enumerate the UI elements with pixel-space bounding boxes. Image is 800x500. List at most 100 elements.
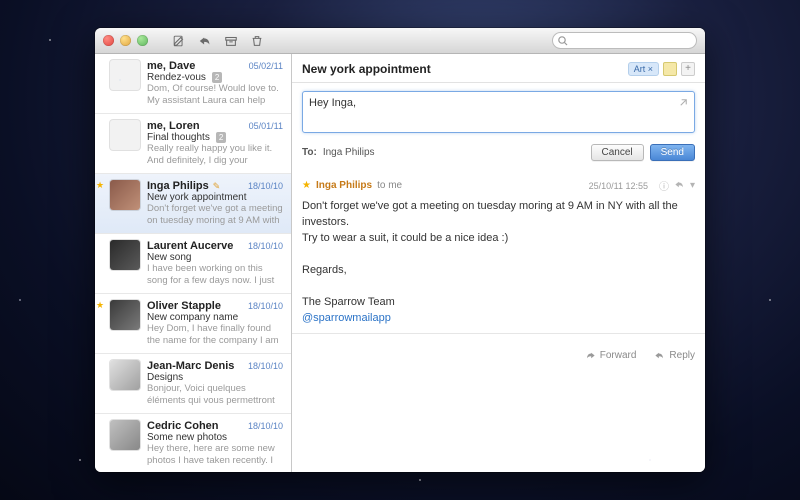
search-icon <box>557 35 569 47</box>
message-preview: Hey Dom, I have finally found the name f… <box>147 323 283 347</box>
message-subject: Some new photos <box>147 432 227 443</box>
avatar <box>110 240 140 270</box>
message-row[interactable]: Jean-Marc Denis18/10/10DesignsBonjour, V… <box>95 354 291 414</box>
star-icon[interactable]: ★ <box>302 180 311 191</box>
thread-body: ★ Inga Philips to me 25/10/11 12:55 ⓘ ▾ … <box>292 169 705 472</box>
archive-icon[interactable] <box>224 34 238 48</box>
detail-header: New york appointment Art × + <box>292 54 705 83</box>
message-meta: me, Loren 05/01/11 Final thoughts 2Really r… <box>147 120 283 167</box>
reply-button[interactable]: Reply <box>654 350 695 361</box>
body-line: Try to wear a suit, it could be a nice i… <box>302 231 695 247</box>
trash-icon[interactable] <box>250 34 264 48</box>
message-from: Inga Philips <box>147 180 209 192</box>
reply-label: Reply <box>669 350 695 361</box>
forward-label: Forward <box>600 350 637 361</box>
compose-textarea[interactable] <box>302 91 695 133</box>
message-meta: Jean-Marc Denis18/10/10DesignsBonjour, V… <box>147 360 283 407</box>
message-meta: me, Dave05/02/11Rendez-vous2Dom, Of cour… <box>147 60 283 107</box>
thread-to: to me <box>377 180 402 191</box>
draft-icon: ✎ <box>213 181 221 192</box>
message-meta: Inga Philips ✎ 18/10/10New york appointmen… <box>147 180 283 227</box>
message-from: Laurent Aucerve <box>147 240 233 252</box>
count-badge: 2 <box>216 132 226 143</box>
thread-from: Inga Philips <box>316 180 372 191</box>
minimize-window-button[interactable] <box>120 35 131 46</box>
forward-button[interactable]: Forward <box>585 350 637 361</box>
message-from: Oliver Stapple <box>147 300 221 312</box>
message-preview: Don't forget we've got a meeting on tues… <box>147 203 283 227</box>
reply-icon[interactable] <box>198 34 212 48</box>
message-subject: New song <box>147 252 191 263</box>
label-tag[interactable]: Art × <box>628 62 659 76</box>
message-list[interactable]: me, Dave05/02/11Rendez-vous2Dom, Of cour… <box>95 54 292 472</box>
cancel-button[interactable]: Cancel <box>591 144 644 161</box>
divider <box>292 333 705 334</box>
reply-icon <box>654 350 665 361</box>
message-from: Cedric Cohen <box>147 420 219 432</box>
message-subject: New company name <box>147 312 238 323</box>
message-meta: Cedric Cohen 18/10/10 Some new photosHey t… <box>147 420 283 467</box>
info-icon[interactable]: ⓘ <box>659 178 669 193</box>
message-row[interactable]: ★ Oliver Stapple 18/10/10 New company nameH… <box>95 294 291 354</box>
message-meta: Oliver Stapple 18/10/10 New company nameHe… <box>147 300 283 347</box>
forward-icon <box>585 350 596 361</box>
message-preview: I have been working on this song for a f… <box>147 263 283 287</box>
message-subject: New york appointment <box>147 192 247 203</box>
more-icon[interactable]: ▾ <box>690 180 695 191</box>
message-row[interactable]: Cedric Cohen 18/10/10 Some new photosHey t… <box>95 414 291 472</box>
count-badge: 2 <box>212 72 222 83</box>
avatar <box>110 120 140 150</box>
message-body: Don't forget we've got a meeting on tues… <box>302 199 695 327</box>
message-row[interactable]: Laurent Aucerve 18/10/10 New songI have be… <box>95 234 291 294</box>
message-date: 18/10/10 <box>248 241 283 251</box>
body-line: Don't forget we've got a meeting on tues… <box>302 199 695 231</box>
avatar <box>110 360 140 390</box>
message-date: 18/10/10 <box>248 181 283 191</box>
message-from: me, Loren <box>147 120 200 132</box>
search-field[interactable] <box>552 32 697 49</box>
message-meta: Laurent Aucerve 18/10/10 New songI have be… <box>147 240 283 287</box>
compose-to-row: To: Inga Philips Cancel Send <box>292 140 705 169</box>
message-date: 18/10/10 <box>248 361 283 371</box>
search-input[interactable] <box>571 35 690 46</box>
traffic-lights <box>103 35 148 46</box>
mail-window: me, Dave05/02/11Rendez-vous2Dom, Of cour… <box>95 28 705 472</box>
popout-icon[interactable] <box>678 97 689 111</box>
reply-icon-small[interactable] <box>674 179 685 193</box>
avatar <box>110 180 140 210</box>
toolbar-actions <box>172 34 264 48</box>
message-subject: Rendez-vous <box>147 72 206 83</box>
message-row[interactable]: me, Dave05/02/11Rendez-vous2Dom, Of cour… <box>95 54 291 114</box>
message-date: 05/01/11 <box>249 121 283 131</box>
message-preview: Dom, Of course! Would love to. My assist… <box>147 83 283 107</box>
star-icon[interactable]: ★ <box>96 300 104 311</box>
zoom-window-button[interactable] <box>137 35 148 46</box>
message-row[interactable]: me, Loren 05/01/11 Final thoughts 2Really r… <box>95 114 291 174</box>
message-preview: Bonjour, Voici quelques éléments qui vou… <box>147 383 283 407</box>
label-color-button[interactable] <box>663 62 677 76</box>
close-window-button[interactable] <box>103 35 114 46</box>
star-icon[interactable]: ★ <box>96 180 104 191</box>
avatar <box>110 300 140 330</box>
message-preview: Hey there, here are some new photos I ha… <box>147 443 283 467</box>
message-row[interactable]: ★ Inga Philips ✎ 18/10/10New york appointme… <box>95 174 291 234</box>
message-preview: Really really happy you like it. And def… <box>147 143 283 167</box>
body-handle-link[interactable]: @sparrowmailapp <box>302 312 391 324</box>
compose-icon[interactable] <box>172 34 186 48</box>
send-button[interactable]: Send <box>650 144 695 161</box>
message-subject: Final thoughts <box>147 132 210 143</box>
message-date: 05/02/11 <box>249 61 283 71</box>
reply-compose <box>302 91 695 136</box>
message-date: 18/10/10 <box>248 301 283 311</box>
message-detail: New york appointment Art × + To: Inga Ph… <box>292 54 705 472</box>
detail-subject: New york appointment <box>302 62 624 76</box>
thread-date: 25/10/11 12:55 <box>589 181 648 191</box>
body-regards: Regards, <box>302 263 695 279</box>
add-label-button[interactable]: + <box>681 62 695 76</box>
avatar <box>110 420 140 450</box>
message-date: 18/10/10 <box>248 421 283 431</box>
to-label: To: <box>302 147 317 158</box>
message-actions: Forward Reply <box>302 340 695 365</box>
message-from: Jean-Marc Denis <box>147 360 234 372</box>
titlebar <box>95 28 705 54</box>
